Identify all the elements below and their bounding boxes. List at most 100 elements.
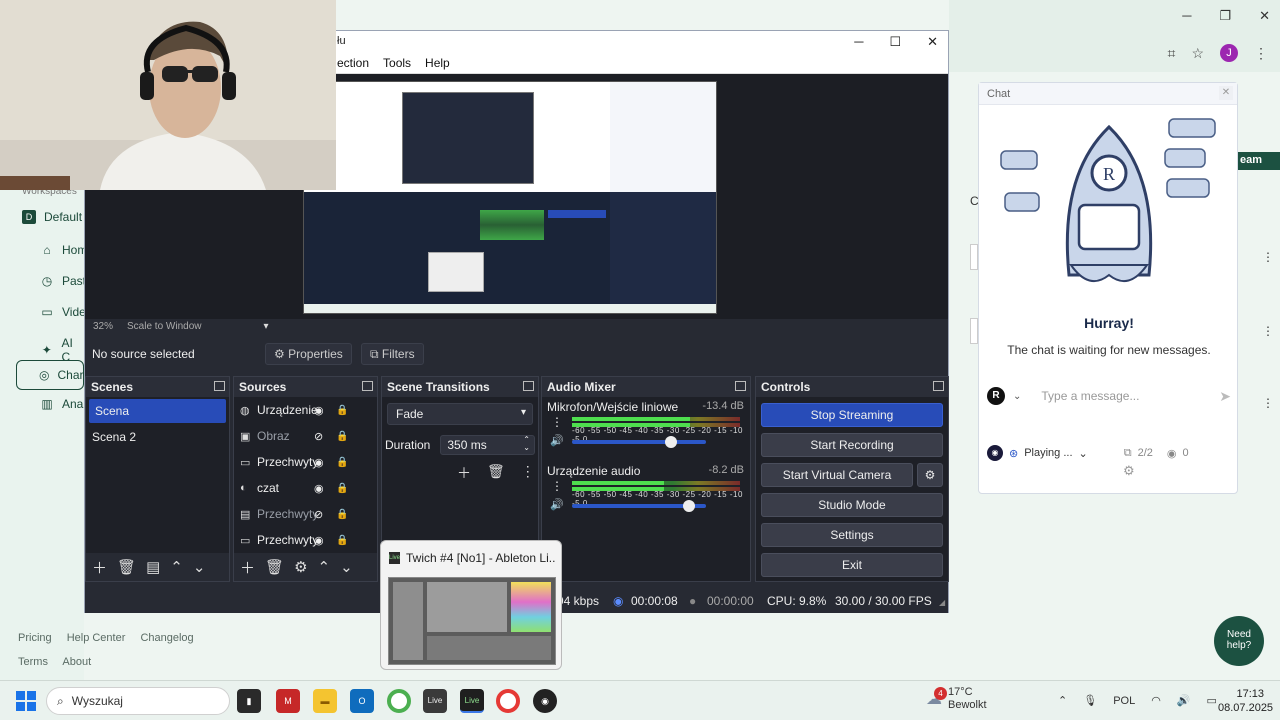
scene-item[interactable]: Scena	[89, 399, 226, 423]
more-dots-icon[interactable]: ⋮	[1262, 396, 1274, 410]
chevron-down-icon[interactable]: ▾	[264, 321, 269, 332]
help-center-link[interactable]: Help Center	[67, 632, 126, 644]
chevron-up-icon[interactable]: ⌃	[318, 558, 331, 576]
trash-icon[interactable]: 🗑	[117, 558, 136, 576]
eye-slash-icon[interactable]: ⊘	[314, 508, 323, 521]
chevron-up-icon[interactable]: ⌃	[170, 558, 183, 576]
trash-icon[interactable]: 🗑	[265, 558, 284, 576]
eye-icon[interactable]: ◉	[314, 404, 324, 417]
lock-icon[interactable]: 🔒	[336, 431, 348, 442]
restore-icon[interactable]: ❐	[1219, 8, 1231, 24]
chrome-profile-icon[interactable]	[496, 689, 520, 713]
outlook-icon[interactable]: O	[350, 689, 374, 713]
add-icon[interactable]: ＋	[240, 557, 255, 578]
lock-icon[interactable]: 🔒	[336, 457, 348, 468]
menu-item-help[interactable]: Help	[425, 56, 450, 70]
wifi-icon[interactable]: ◠	[1151, 694, 1161, 707]
source-item[interactable]: ▤ Przechwyty ⊘ 🔒	[234, 501, 377, 527]
undock-icon[interactable]	[523, 381, 534, 391]
menu-dots-icon[interactable]: ⋮	[521, 463, 535, 483]
battery-icon[interactable]: ▭	[1207, 694, 1217, 707]
close-icon[interactable]: ✕	[1219, 86, 1233, 100]
settings-button[interactable]: Settings	[761, 523, 943, 547]
minimize-icon[interactable]: ─	[854, 34, 863, 50]
chevron-down-icon[interactable]: ⌄	[1013, 391, 1021, 402]
start-recording-button[interactable]: Start Recording	[761, 433, 943, 457]
add-icon[interactable]: ＋	[92, 557, 107, 578]
source-item[interactable]: ▭ Przechwyty ◉ 🔒	[234, 527, 377, 553]
undock-icon[interactable]	[933, 381, 944, 391]
volume-slider[interactable]	[572, 436, 706, 448]
volume-slider[interactable]	[572, 500, 706, 512]
gear-icon[interactable]: ⚙	[294, 558, 307, 576]
minimize-icon[interactable]: ─	[1182, 8, 1191, 24]
filters-button[interactable]: ⧉ Filters	[361, 343, 424, 365]
exit-button[interactable]: Exit	[761, 553, 943, 577]
lock-icon[interactable]: 🔒	[336, 535, 348, 546]
star-icon[interactable]: ☆	[1191, 45, 1204, 62]
task-view-icon[interactable]: ▮	[237, 689, 261, 713]
add-icon[interactable]: ＋	[457, 463, 471, 483]
source-item[interactable]: ◍ Urządzenie ◉ 🔒	[234, 397, 377, 423]
eye-icon[interactable]: ◉	[314, 482, 324, 495]
undock-icon[interactable]	[362, 381, 373, 391]
maximize-icon[interactable]: ☐	[889, 34, 901, 50]
translate-icon[interactable]: ⌗	[1168, 45, 1176, 62]
source-item[interactable]: ▭ Przechwyty ◉ 🔒	[234, 449, 377, 475]
chevron-down-icon[interactable]: ⌄	[193, 558, 206, 576]
lock-icon[interactable]: 🔒	[336, 509, 348, 520]
undock-icon[interactable]	[735, 381, 746, 391]
eye-icon[interactable]: ◉	[314, 534, 324, 547]
windows-start-button[interactable]	[16, 691, 36, 711]
menu-dots-icon[interactable]: ⋮	[551, 415, 563, 429]
start-virtual-camera-button[interactable]: Start Virtual Camera	[761, 463, 913, 487]
sidebar-item-default[interactable]: D Default	[22, 210, 82, 224]
gear-icon[interactable]: ⚙	[917, 463, 943, 487]
scene-item[interactable]: Scena 2	[86, 425, 229, 449]
trash-icon[interactable]: 🗑	[487, 463, 505, 483]
more-dots-icon[interactable]: ⋮	[1262, 250, 1274, 264]
speaker-icon[interactable]: 🔊	[550, 498, 564, 511]
studio-mode-button[interactable]: Studio Mode	[761, 493, 943, 517]
file-explorer-icon[interactable]: ▬	[313, 689, 337, 713]
sidebar-item-home[interactable]: ⌂ Hom	[40, 243, 87, 257]
taskbar-window-preview[interactable]: Live Twich #4 [No1] - Ableton Li...	[380, 540, 562, 670]
chat-identity-badge[interactable]: R	[987, 387, 1005, 405]
ableton-live-active-icon[interactable]: Live	[460, 689, 484, 713]
sidebar-item-analytics[interactable]: ▥ Anal	[40, 397, 86, 411]
need-help-button[interactable]: Need help?	[1214, 616, 1264, 666]
taskbar-clock[interactable]: 17:13 08.07.2025	[1218, 687, 1273, 715]
resize-grip-icon[interactable]: ◢	[939, 598, 945, 607]
mcafee-icon[interactable]: M	[276, 689, 300, 713]
filter-icon[interactable]: ▤	[146, 558, 160, 576]
sidebar-item-past[interactable]: ◷ Past	[40, 274, 86, 288]
microphone-icon[interactable]: 🎙	[1083, 694, 1097, 707]
more-dots-icon[interactable]: ⋮	[1262, 324, 1274, 338]
pricing-link[interactable]: Pricing	[18, 632, 52, 644]
menu-dots-icon[interactable]: ⋮	[1254, 45, 1268, 62]
language-indicator[interactable]: POL	[1113, 695, 1135, 707]
chat-message-input[interactable]: Type a message...	[1029, 389, 1211, 403]
volume-icon[interactable]: 🔊	[1177, 694, 1191, 707]
taskbar-search[interactable]: ⌕ Wyszukaj	[46, 687, 230, 715]
menu-dots-icon[interactable]: ⋮	[551, 479, 563, 493]
transition-select[interactable]: Fade ▾	[387, 403, 533, 425]
chevron-down-icon[interactable]: ⌄	[340, 558, 353, 576]
gear-icon[interactable]: ⚙	[1123, 463, 1135, 479]
menu-item-tools[interactable]: Tools	[383, 56, 411, 70]
chevron-down-icon[interactable]: ⌄	[1079, 447, 1088, 460]
spin-arrows-icon[interactable]: ⌃ ⌄	[523, 436, 530, 452]
close-icon[interactable]: ✕	[1259, 8, 1270, 24]
sidebar-item-channel[interactable]: ◎ Char	[16, 360, 84, 390]
volume-knob[interactable]	[665, 436, 678, 448]
source-item[interactable]: ◐ czat ◉ 🔒	[234, 475, 377, 501]
undock-icon[interactable]	[214, 381, 225, 391]
changelog-link[interactable]: Changelog	[140, 632, 193, 644]
chevron-up-icon[interactable]: ⌃	[1058, 694, 1067, 707]
stop-streaming-button[interactable]: Stop Streaming	[761, 403, 943, 427]
eye-icon[interactable]: ◉	[314, 456, 324, 469]
send-icon[interactable]: ➤	[1219, 388, 1231, 405]
ableton-live-icon[interactable]: Live	[423, 689, 447, 713]
speaker-icon[interactable]: 🔊	[550, 434, 564, 447]
sidebar-item-video[interactable]: ▭ Vide	[40, 305, 85, 319]
